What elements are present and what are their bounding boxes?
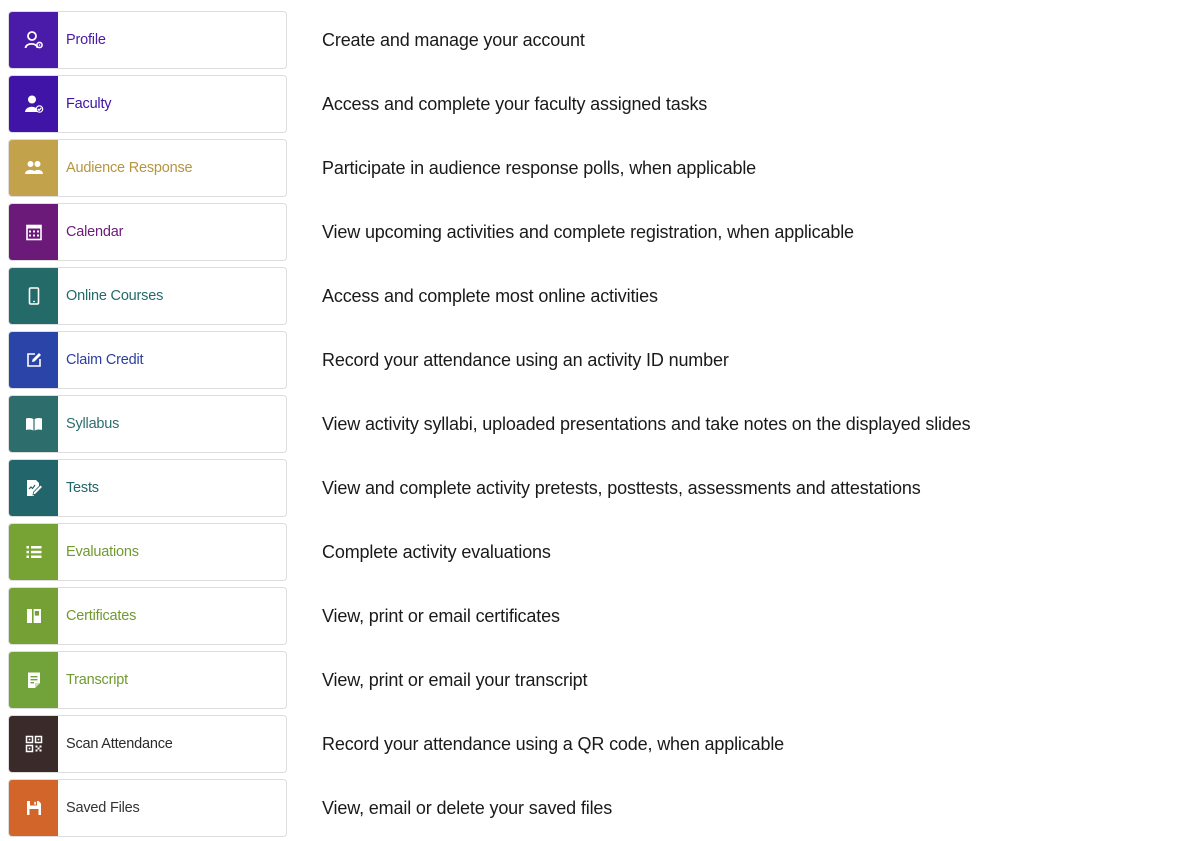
menu-label: Evaluations [66,544,139,560]
faculty-button[interactable]: Faculty [8,75,287,133]
test-edit-icon [9,460,58,516]
menu-description: View upcoming activities and complete re… [322,221,854,242]
menu-description: View, print or email certificates [322,605,560,626]
menu-description: Participate in audience response polls, … [322,157,757,178]
saved-files-button[interactable]: Saved Files [8,779,287,837]
menu-row-transcript: Transcript View, print or email your tra… [0,649,1189,713]
user-check-icon [9,76,58,132]
menu-label: Certificates [66,608,137,624]
audience-response-button[interactable]: Audience Response [8,139,287,197]
menu-label: Transcript [66,672,128,688]
online-courses-button[interactable]: Online Courses [8,267,287,325]
menu-row-online-courses: Online Courses Access and complete most … [0,265,1189,329]
menu-label: Audience Response [66,160,193,176]
users-icon [9,140,58,196]
user-gear-icon [9,12,58,68]
menu-label: Scan Attendance [66,736,173,752]
certificate-icon [9,588,58,644]
menu-description: Record your attendance using a QR code, … [322,733,785,754]
menu-row-tests: Tests View and complete activity pretest… [0,457,1189,521]
menu-row-profile: Profile Create and manage your account [0,9,1189,73]
calendar-button[interactable]: Calendar [8,203,287,261]
menu-description: View, email or delete your saved files [322,797,613,818]
menu-label: Profile [66,32,106,48]
syllabus-button[interactable]: Syllabus [8,395,287,453]
menu-description: Access and complete your faculty assigne… [322,93,708,114]
menu-row-syllabus: Syllabus View activity syllabi, uploaded… [0,393,1189,457]
menu-description: Access and complete most online activiti… [322,285,658,306]
menu-row-scan-attendance: Scan Attendance Record your attendance u… [0,713,1189,777]
mobile-icon [9,268,58,324]
menu-row-certificates: Certificates View, print or email certif… [0,585,1189,649]
menu-label: Calendar [66,224,124,240]
edit-icon [9,332,58,388]
menu-description: Complete activity evaluations [322,541,551,562]
menu-row-audience-response: Audience Response Participate in audienc… [0,137,1189,201]
menu-label: Online Courses [66,288,164,304]
menu-label: Saved Files [66,800,140,816]
menu-row-saved-files: Saved Files View, email or delete your s… [0,777,1189,841]
menu-description: Create and manage your account [322,29,585,50]
menu-label: Claim Credit [66,352,144,368]
book-icon [9,396,58,452]
menu-description: View and complete activity pretests, pos… [322,477,921,498]
evaluations-button[interactable]: Evaluations [8,523,287,581]
profile-button[interactable]: Profile [8,11,287,69]
document-icon [9,652,58,708]
claim-credit-button[interactable]: Claim Credit [8,331,287,389]
qr-code-icon [9,716,58,772]
transcript-button[interactable]: Transcript [8,651,287,709]
menu-description: View activity syllabi, uploaded presenta… [322,413,971,434]
menu-row-faculty: Faculty Access and complete your faculty… [0,73,1189,137]
menu-label: Syllabus [66,416,120,432]
menu-row-calendar: Calendar View upcoming activities and co… [0,201,1189,265]
calendar-icon [9,204,58,260]
menu-row-claim-credit: Claim Credit Record your attendance usin… [0,329,1189,393]
certificates-button[interactable]: Certificates [8,587,287,645]
menu-description: Record your attendance using an activity… [322,349,729,370]
menu-label: Faculty [66,96,112,112]
save-icon [9,780,58,836]
list-icon [9,524,58,580]
menu-row-evaluations: Evaluations Complete activity evaluation… [0,521,1189,585]
scan-attendance-button[interactable]: Scan Attendance [8,715,287,773]
menu-description: View, print or email your transcript [322,669,588,690]
menu-label: Tests [66,480,99,496]
tests-button[interactable]: Tests [8,459,287,517]
